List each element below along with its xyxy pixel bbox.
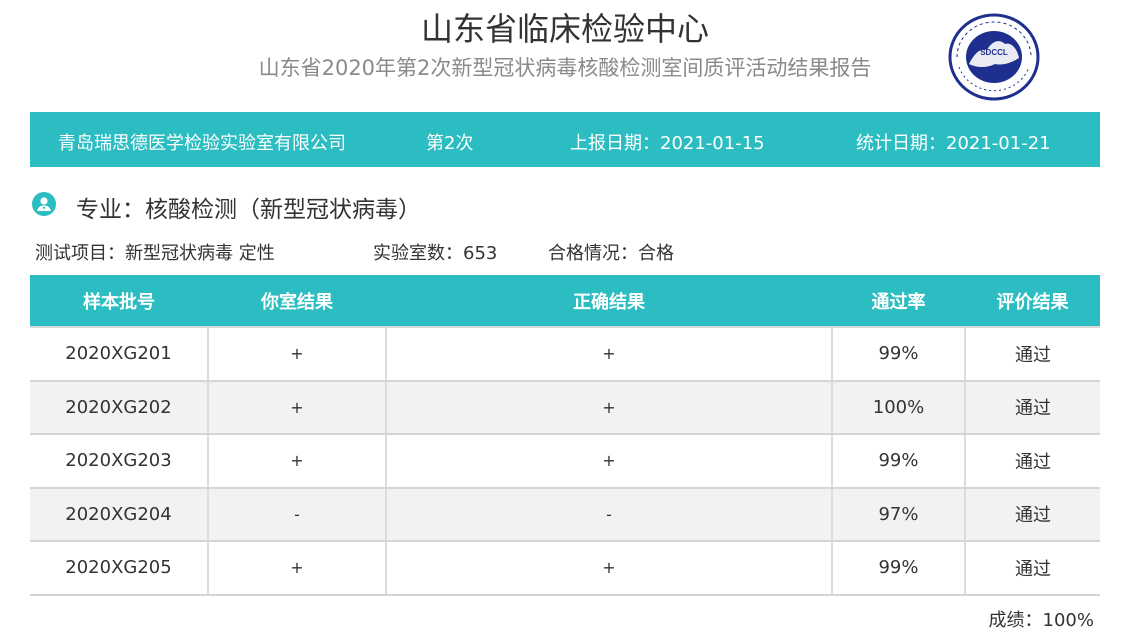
col-header-your-result: 你室结果: [208, 275, 386, 328]
correct-result-cell: +: [386, 434, 833, 489]
table-row: 2020XG204 - - 97% 通过: [30, 487, 1100, 542]
qualification-status: 合格情况：合格: [548, 243, 674, 264]
col-header-pass-rate: 通过率: [832, 275, 965, 328]
table-row: 2020XG202 + + 100% 通过: [30, 380, 1100, 435]
pass-rate-cell: 100%: [832, 380, 966, 435]
stat-date: 统计日期：2021-01-21: [856, 133, 1051, 154]
table-row: 2020XG205 + + 99% 通过: [30, 541, 1100, 596]
table-header-row: 样本批号 你室结果 正确结果 通过率 评价结果: [30, 275, 1100, 328]
lab-count: 实验室数：653: [373, 243, 498, 264]
table-row: 2020XG203 + + 99% 通过: [30, 434, 1100, 489]
correct-result-cell: +: [386, 541, 833, 596]
sample-id-cell: 2020XG201: [30, 327, 209, 382]
info-bar: 青岛瑞思德医学检验实验室有限公司 第2次 上报日期：2021-01-15 统计日…: [30, 112, 1100, 167]
pass-rate-cell: 99%: [832, 434, 966, 489]
report-date: 上报日期：2021-01-15: [570, 133, 765, 154]
your-result-cell: +: [208, 541, 387, 596]
section-title: 专业：核酸检测（新型冠状病毒）: [76, 197, 421, 223]
round-label: 第2次: [426, 133, 474, 154]
your-result-cell: +: [208, 434, 387, 489]
evaluation-cell: 通过: [965, 541, 1100, 596]
col-header-correct-result: 正确结果: [386, 275, 832, 328]
your-result-cell: -: [208, 487, 387, 542]
table-row: 2020XG201 + + 99% 通过: [30, 327, 1100, 382]
evaluation-cell: 通过: [965, 434, 1100, 489]
pass-rate-cell: 97%: [832, 487, 966, 542]
sample-id-cell: 2020XG205: [30, 541, 209, 596]
doctor-badge-icon: [32, 192, 56, 216]
sample-id-cell: 2020XG204: [30, 487, 209, 542]
evaluation-cell: 通过: [965, 380, 1100, 435]
sample-id-cell: 2020XG202: [30, 380, 209, 435]
test-item: 测试项目：新型冠状病毒 定性: [35, 243, 275, 264]
your-result-cell: +: [208, 380, 387, 435]
lab-name: 青岛瑞思德医学检验实验室有限公司: [58, 133, 346, 154]
correct-result-cell: +: [386, 327, 833, 382]
your-result-cell: +: [208, 327, 387, 382]
report-header: 山东省临床检验中心 山东省2020年第2次新型冠状病毒核酸检测室间质评活动结果报…: [0, 0, 1125, 110]
sample-id-cell: 2020XG203: [30, 434, 209, 489]
logo-center-text: SDCCL: [980, 48, 1008, 57]
pass-rate-cell: 99%: [832, 541, 966, 596]
evaluation-cell: 通过: [965, 327, 1100, 382]
pass-rate-cell: 99%: [832, 327, 966, 382]
overall-score: 成绩：100%: [988, 610, 1094, 631]
correct-result-cell: +: [386, 380, 833, 435]
col-header-sample-id: 样本批号: [30, 275, 208, 328]
col-header-evaluation: 评价结果: [965, 275, 1100, 328]
results-table: 样本批号 你室结果 正确结果 通过率 评价结果 2020XG201 + + 99…: [30, 275, 1100, 596]
correct-result-cell: -: [386, 487, 833, 542]
sdccl-logo: SDCCL: [948, 13, 1040, 101]
evaluation-cell: 通过: [965, 487, 1100, 542]
